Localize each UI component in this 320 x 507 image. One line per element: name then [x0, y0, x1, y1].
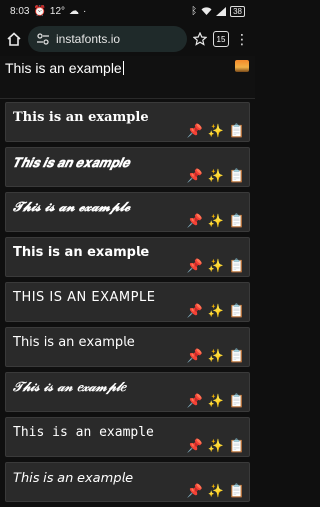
bookmark-star-icon[interactable] — [193, 32, 207, 46]
sparkles-icon[interactable]: ✨ — [208, 123, 224, 139]
font-style-list: 𝐓𝐡𝐢𝐬 𝐢𝐬 𝐚𝐧 𝐞𝐱𝐚𝐦𝐩𝐥𝐞 📌 ✨ 📋 𝑻𝒉𝒊𝒔 𝒊𝒔 𝒂𝒏 𝒆𝒙𝒂𝒎… — [5, 102, 250, 507]
font-card[interactable]: 𝘛𝘩𝘪𝘴 𝘪𝘴 𝘢𝘯 𝘦𝘹𝘢𝘮𝘱𝘭𝘦 📌 ✨ 📋 — [5, 462, 250, 502]
text-input[interactable]: This is an example — [5, 58, 124, 78]
sparkles-icon[interactable]: ✨ — [208, 348, 224, 364]
pin-icon[interactable]: 📌 — [186, 258, 202, 274]
font-actions: 📌 ✨ 📋 — [186, 483, 245, 499]
status-left: 8:03 ⏰ 12° ☁ · — [10, 6, 86, 17]
bluetooth-icon: ᛒ — [191, 5, 198, 17]
clipboard-icon[interactable]: 📋 — [229, 348, 245, 364]
clipboard-icon[interactable]: 📋 — [229, 168, 245, 184]
pin-icon[interactable]: 📌 — [186, 303, 202, 319]
font-actions: 📌 ✨ 📋 — [186, 393, 245, 409]
text-input-value: This is an example — [5, 60, 122, 76]
sparkles-icon[interactable]: ✨ — [208, 438, 224, 454]
font-sample: 𝒯𝒽𝒾𝓈 𝒾𝓈 𝒶𝓃 𝑒𝓍𝒶𝓂𝓅𝓁𝑒 — [13, 380, 126, 395]
clipboard-icon[interactable]: 📋 — [229, 393, 245, 409]
cloud-icon: ☁ — [69, 5, 80, 17]
font-card[interactable]: 𝗧𝗵𝗶𝘀 𝗶𝘀 𝗮𝗻 𝗲𝘅𝗮𝗺𝗽𝗹𝗲 📌 ✨ 📋 — [5, 237, 250, 277]
sparkles-icon[interactable]: ✨ — [208, 393, 224, 409]
font-sample: 𝓣𝓱𝓲𝓼 𝓲𝓼 𝓪𝓷 𝓮𝔁𝓪𝓶𝓹𝓵𝓮 — [13, 200, 130, 215]
home-icon[interactable] — [6, 31, 22, 47]
font-actions: 📌 ✨ 📋 — [186, 348, 245, 364]
status-bar: 8:03 ⏰ 12° ☁ · ᛒ 38 — [0, 0, 255, 22]
status-time: 8:03 — [10, 5, 30, 17]
font-card[interactable]: 𝓣𝓱𝓲𝓼 𝓲𝓼 𝓪𝓷 𝓮𝔁𝓪𝓶𝓹𝓵𝓮 📌 ✨ 📋 — [5, 192, 250, 232]
font-sample: 𝐓𝐡𝐢𝐬 𝐢𝐬 𝐚𝐧 𝐞𝐱𝐚𝐦𝐩𝐥𝐞 — [13, 110, 149, 125]
address-bar[interactable]: instafonts.io — [28, 26, 187, 52]
pin-icon[interactable]: 📌 — [186, 393, 202, 409]
pin-icon[interactable]: 📌 — [186, 348, 202, 364]
image-icon[interactable] — [235, 60, 249, 72]
url-text: instafonts.io — [56, 32, 121, 46]
clipboard-icon[interactable]: 📋 — [229, 123, 245, 139]
pin-icon[interactable]: 📌 — [186, 213, 202, 229]
clipboard-icon[interactable]: 📋 — [229, 303, 245, 319]
font-card[interactable]: 𝑻𝒉𝒊𝒔 𝒊𝒔 𝒂𝒏 𝒆𝒙𝒂𝒎𝒑𝒍𝒆 📌 ✨ 📋 — [5, 147, 250, 187]
pin-icon[interactable]: 📌 — [186, 123, 202, 139]
signal-icon — [216, 6, 227, 16]
clipboard-icon[interactable]: 📋 — [229, 483, 245, 499]
font-card[interactable]: 𝖳𝗁𝗂𝗌 𝗂𝗌 𝖺𝗇 𝖾𝗑𝖺𝗆𝗉𝗅𝖾 📌 ✨ 📋 — [5, 327, 250, 367]
clipboard-icon[interactable]: 📋 — [229, 213, 245, 229]
tab-switcher-button[interactable]: 15 — [213, 31, 229, 47]
more-vert-icon[interactable]: ⋮ — [235, 31, 249, 48]
pin-icon[interactable]: 📌 — [186, 438, 202, 454]
font-actions: 📌 ✨ 📋 — [186, 213, 245, 229]
clipboard-icon[interactable]: 📋 — [229, 258, 245, 274]
browser-toolbar: instafonts.io 15 ⋮ — [0, 24, 255, 54]
font-card[interactable]: THIS IS AN EXAMPLE 📌 ✨ 📋 — [5, 282, 250, 322]
font-actions: 📌 ✨ 📋 — [186, 258, 245, 274]
clipboard-icon[interactable]: 📋 — [229, 438, 245, 454]
font-card[interactable]: 𝒯𝒽𝒾𝓈 𝒾𝓈 𝒶𝓃 𝑒𝓍𝒶𝓂𝓅𝓁𝑒 📌 ✨ 📋 — [5, 372, 250, 412]
text-input-area[interactable]: This is an example — [0, 56, 255, 99]
font-actions: 📌 ✨ 📋 — [186, 168, 245, 184]
alarm-icon: ⏰ — [33, 5, 46, 17]
notification-dot-icon: · — [83, 5, 87, 17]
font-card[interactable]: 𝚃𝚑𝚒𝚜 𝚒𝚜 𝚊𝚗 𝚎𝚡𝚊𝚖𝚙𝚕𝚎 📌 ✨ 📋 — [5, 417, 250, 457]
font-sample: 𝚃𝚑𝚒𝚜 𝚒𝚜 𝚊𝚗 𝚎𝚡𝚊𝚖𝚙𝚕𝚎 — [13, 425, 154, 440]
sparkles-icon[interactable]: ✨ — [208, 303, 224, 319]
battery-indicator: 38 — [230, 5, 245, 17]
status-weather: 12° — [49, 5, 66, 17]
font-sample: THIS IS AN EXAMPLE — [13, 290, 156, 305]
font-sample: 𝑻𝒉𝒊𝒔 𝒊𝒔 𝒂𝒏 𝒆𝒙𝒂𝒎𝒑𝒍𝒆 — [13, 155, 130, 170]
wifi-icon — [201, 6, 212, 16]
font-sample: 𝘛𝘩𝘪𝘴 𝘪𝘴 𝘢𝘯 𝘦𝘹𝘢𝘮𝘱𝘭𝘦 — [13, 470, 134, 485]
site-settings-icon[interactable] — [36, 33, 50, 45]
font-actions: 📌 ✨ 📋 — [186, 438, 245, 454]
font-actions: 📌 ✨ 📋 — [186, 123, 245, 139]
font-actions: 📌 ✨ 📋 — [186, 303, 245, 319]
sparkles-icon[interactable]: ✨ — [208, 483, 224, 499]
sparkles-icon[interactable]: ✨ — [208, 213, 224, 229]
font-sample: 𝗧𝗵𝗶𝘀 𝗶𝘀 𝗮𝗻 𝗲𝘅𝗮𝗺𝗽𝗹𝗲 — [13, 245, 150, 260]
pin-icon[interactable]: 📌 — [186, 483, 202, 499]
pin-icon[interactable]: 📌 — [186, 168, 202, 184]
font-sample: 𝖳𝗁𝗂𝗌 𝗂𝗌 𝖺𝗇 𝖾𝗑𝖺𝗆𝗉𝗅𝖾 — [13, 335, 135, 350]
sparkles-icon[interactable]: ✨ — [208, 258, 224, 274]
text-caret — [122, 61, 124, 75]
status-right: ᛒ 38 — [191, 5, 245, 17]
sparkles-icon[interactable]: ✨ — [208, 168, 224, 184]
font-card[interactable]: 𝐓𝐡𝐢𝐬 𝐢𝐬 𝐚𝐧 𝐞𝐱𝐚𝐦𝐩𝐥𝐞 📌 ✨ 📋 — [5, 102, 250, 142]
